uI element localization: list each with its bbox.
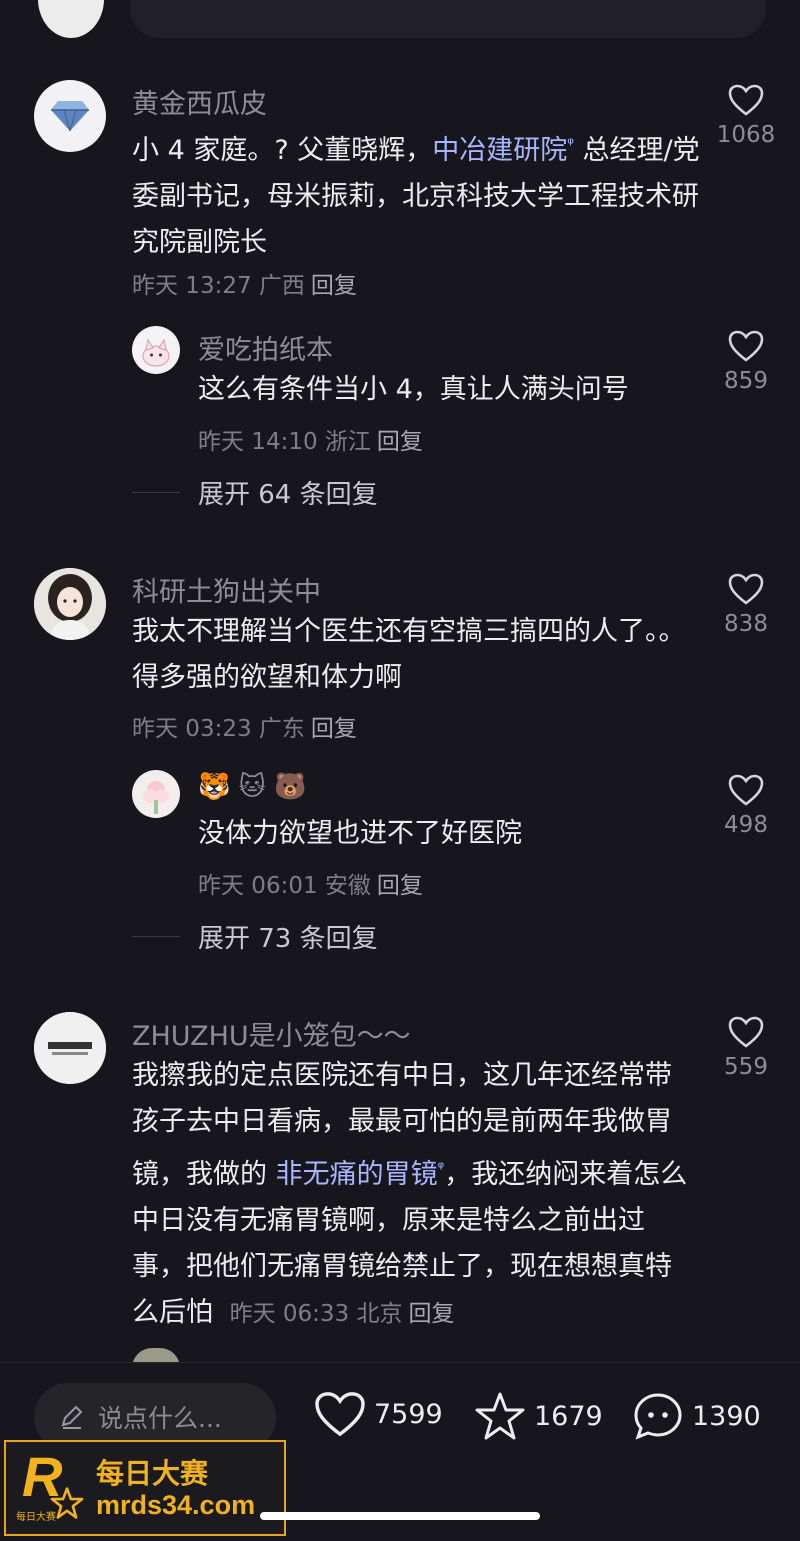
comment-author[interactable]: 🐯 🐱 🐻 [198,772,306,802]
comment-meta: 昨天 14:10 浙江 回复 [198,422,423,456]
comment-text: 这么有条件当小 4，真让人满头问号 [198,374,629,405]
like-count: 498 [724,812,768,838]
reply-button[interactable]: 回复 [377,873,423,899]
like-count: 1068 [716,122,776,148]
like-count: 559 [724,1054,768,1080]
comment-meta: 昨天 06:33 北京 回复 [230,1301,455,1327]
like-button[interactable]: 838 [716,573,776,637]
comment-time-location: 昨天 13:27 广西 [132,273,305,299]
search-icon: ᵠ [567,134,574,153]
comment-time-location: 昨天 06:01 安徽 [198,873,371,899]
heart-icon [728,1016,764,1048]
watermark-title: 每日大赛 [96,1457,209,1490]
comment-meta: 昨天 06:01 安徽 回复 [198,866,423,900]
like-button[interactable]: 859 [716,330,776,394]
heart-icon [728,573,764,605]
heart-icon [728,330,764,362]
reply-button[interactable]: 回复 [409,1301,455,1327]
search-link-label: 非无痛的胃镜 [275,1159,438,1190]
like-button[interactable]: 498 [716,774,776,838]
girl-portrait-icon [34,568,106,640]
divider [132,936,180,937]
like-post-count: 7599 [374,1398,443,1430]
comment-avatar[interactable] [34,80,106,152]
expand-replies-button[interactable]: 展开 64 条回复 [132,474,378,511]
comment-author[interactable]: 科研土狗出关中 [132,570,321,609]
comment-bubble-icon [634,1393,682,1440]
comment-text: 我擦我的定点医院还有中日，这几年还经常带孩子去中日看病，最最可怕的是前两年我做胃… [132,1053,692,1337]
watermark-url: mrds34.com [96,1490,256,1520]
comments-button[interactable]: 1390 [632,1391,761,1441]
text-logo-icon [34,1012,106,1084]
like-count: 859 [724,368,768,394]
comment-avatar[interactable] [132,770,180,818]
like-button[interactable]: 1068 [716,84,776,148]
reply-button[interactable]: 回复 [377,429,423,455]
star-icon [475,1392,525,1440]
comment-author[interactable]: 黄金西瓜皮 [132,82,267,121]
like-count: 838 [724,611,768,637]
home-indicator[interactable] [260,1512,540,1520]
comment-count: 1390 [692,1400,761,1432]
comment-time-location: 昨天 06:33 北京 [229,1301,403,1327]
pencil-icon [61,1405,83,1429]
comment-time-location: 昨天 14:10 浙江 [198,429,371,455]
search-link-label: 中冶建研院 [432,135,568,166]
reply-button[interactable]: 回复 [311,716,357,742]
search-link[interactable]: 非无痛的胃镜ᵠ [275,1158,445,1190]
comment-input-placeholder: 说点什么... [98,1404,222,1433]
comment-author[interactable]: 爱吃拍纸本 [198,328,333,367]
like-button[interactable]: 559 [716,1016,776,1080]
comment-meta: 昨天 03:23 广东 回复 [132,709,357,743]
divider [132,492,180,493]
search-link[interactable]: 中冶建研院ᵠ [432,134,574,166]
expand-replies-button[interactable]: 展开 73 条回复 [132,918,378,955]
reply-button[interactable]: 回复 [311,273,357,299]
previous-avatar-fragment [38,0,104,38]
previous-item-fragment [130,0,766,38]
comment-text: 我太不理解当个医生还有空搞三搞四的人了。。得多强的欲望和体力啊 [132,616,686,693]
comment-text: 小 4 家庭。? 父董晓辉，中冶建研院ᵠ 总经理/党委副书记，母米振莉，北京科技… [132,121,702,266]
watermark-banner: R 每日大赛 每日大赛 mrds34.com [4,1440,286,1536]
favorite-button[interactable]: 1679 [474,1391,603,1441]
watermark-logo: R 每日大赛 [16,1445,86,1526]
comment-avatar[interactable] [132,326,180,374]
comment-avatar[interactable] [34,1012,106,1084]
comment-author[interactable]: ZHUZHU是小笼包～～ [132,1014,411,1053]
heart-icon [728,774,764,806]
expand-replies-label: 展开 73 条回复 [198,924,378,954]
heart-icon [728,84,764,116]
flower-icon [143,781,169,814]
heart-icon [315,1392,365,1437]
comment-meta: 昨天 13:27 广西 回复 [132,266,357,300]
diamond-icon [51,101,89,132]
comment-text: 没体力欲望也进不了好医院 [198,818,522,849]
comment-time-location: 昨天 03:23 广东 [132,716,305,742]
like-post-button[interactable]: 7599 [314,1391,443,1437]
watermark-logo-sub: 每日大赛 [16,1512,56,1523]
comment-avatar[interactable] [34,568,106,640]
cartoon-cat-icon [142,338,170,367]
expand-replies-label: 展开 64 条回复 [198,480,378,510]
favorite-count: 1679 [534,1400,603,1432]
comment-text-part: 小 4 家庭。? 父董晓辉， [132,135,433,166]
